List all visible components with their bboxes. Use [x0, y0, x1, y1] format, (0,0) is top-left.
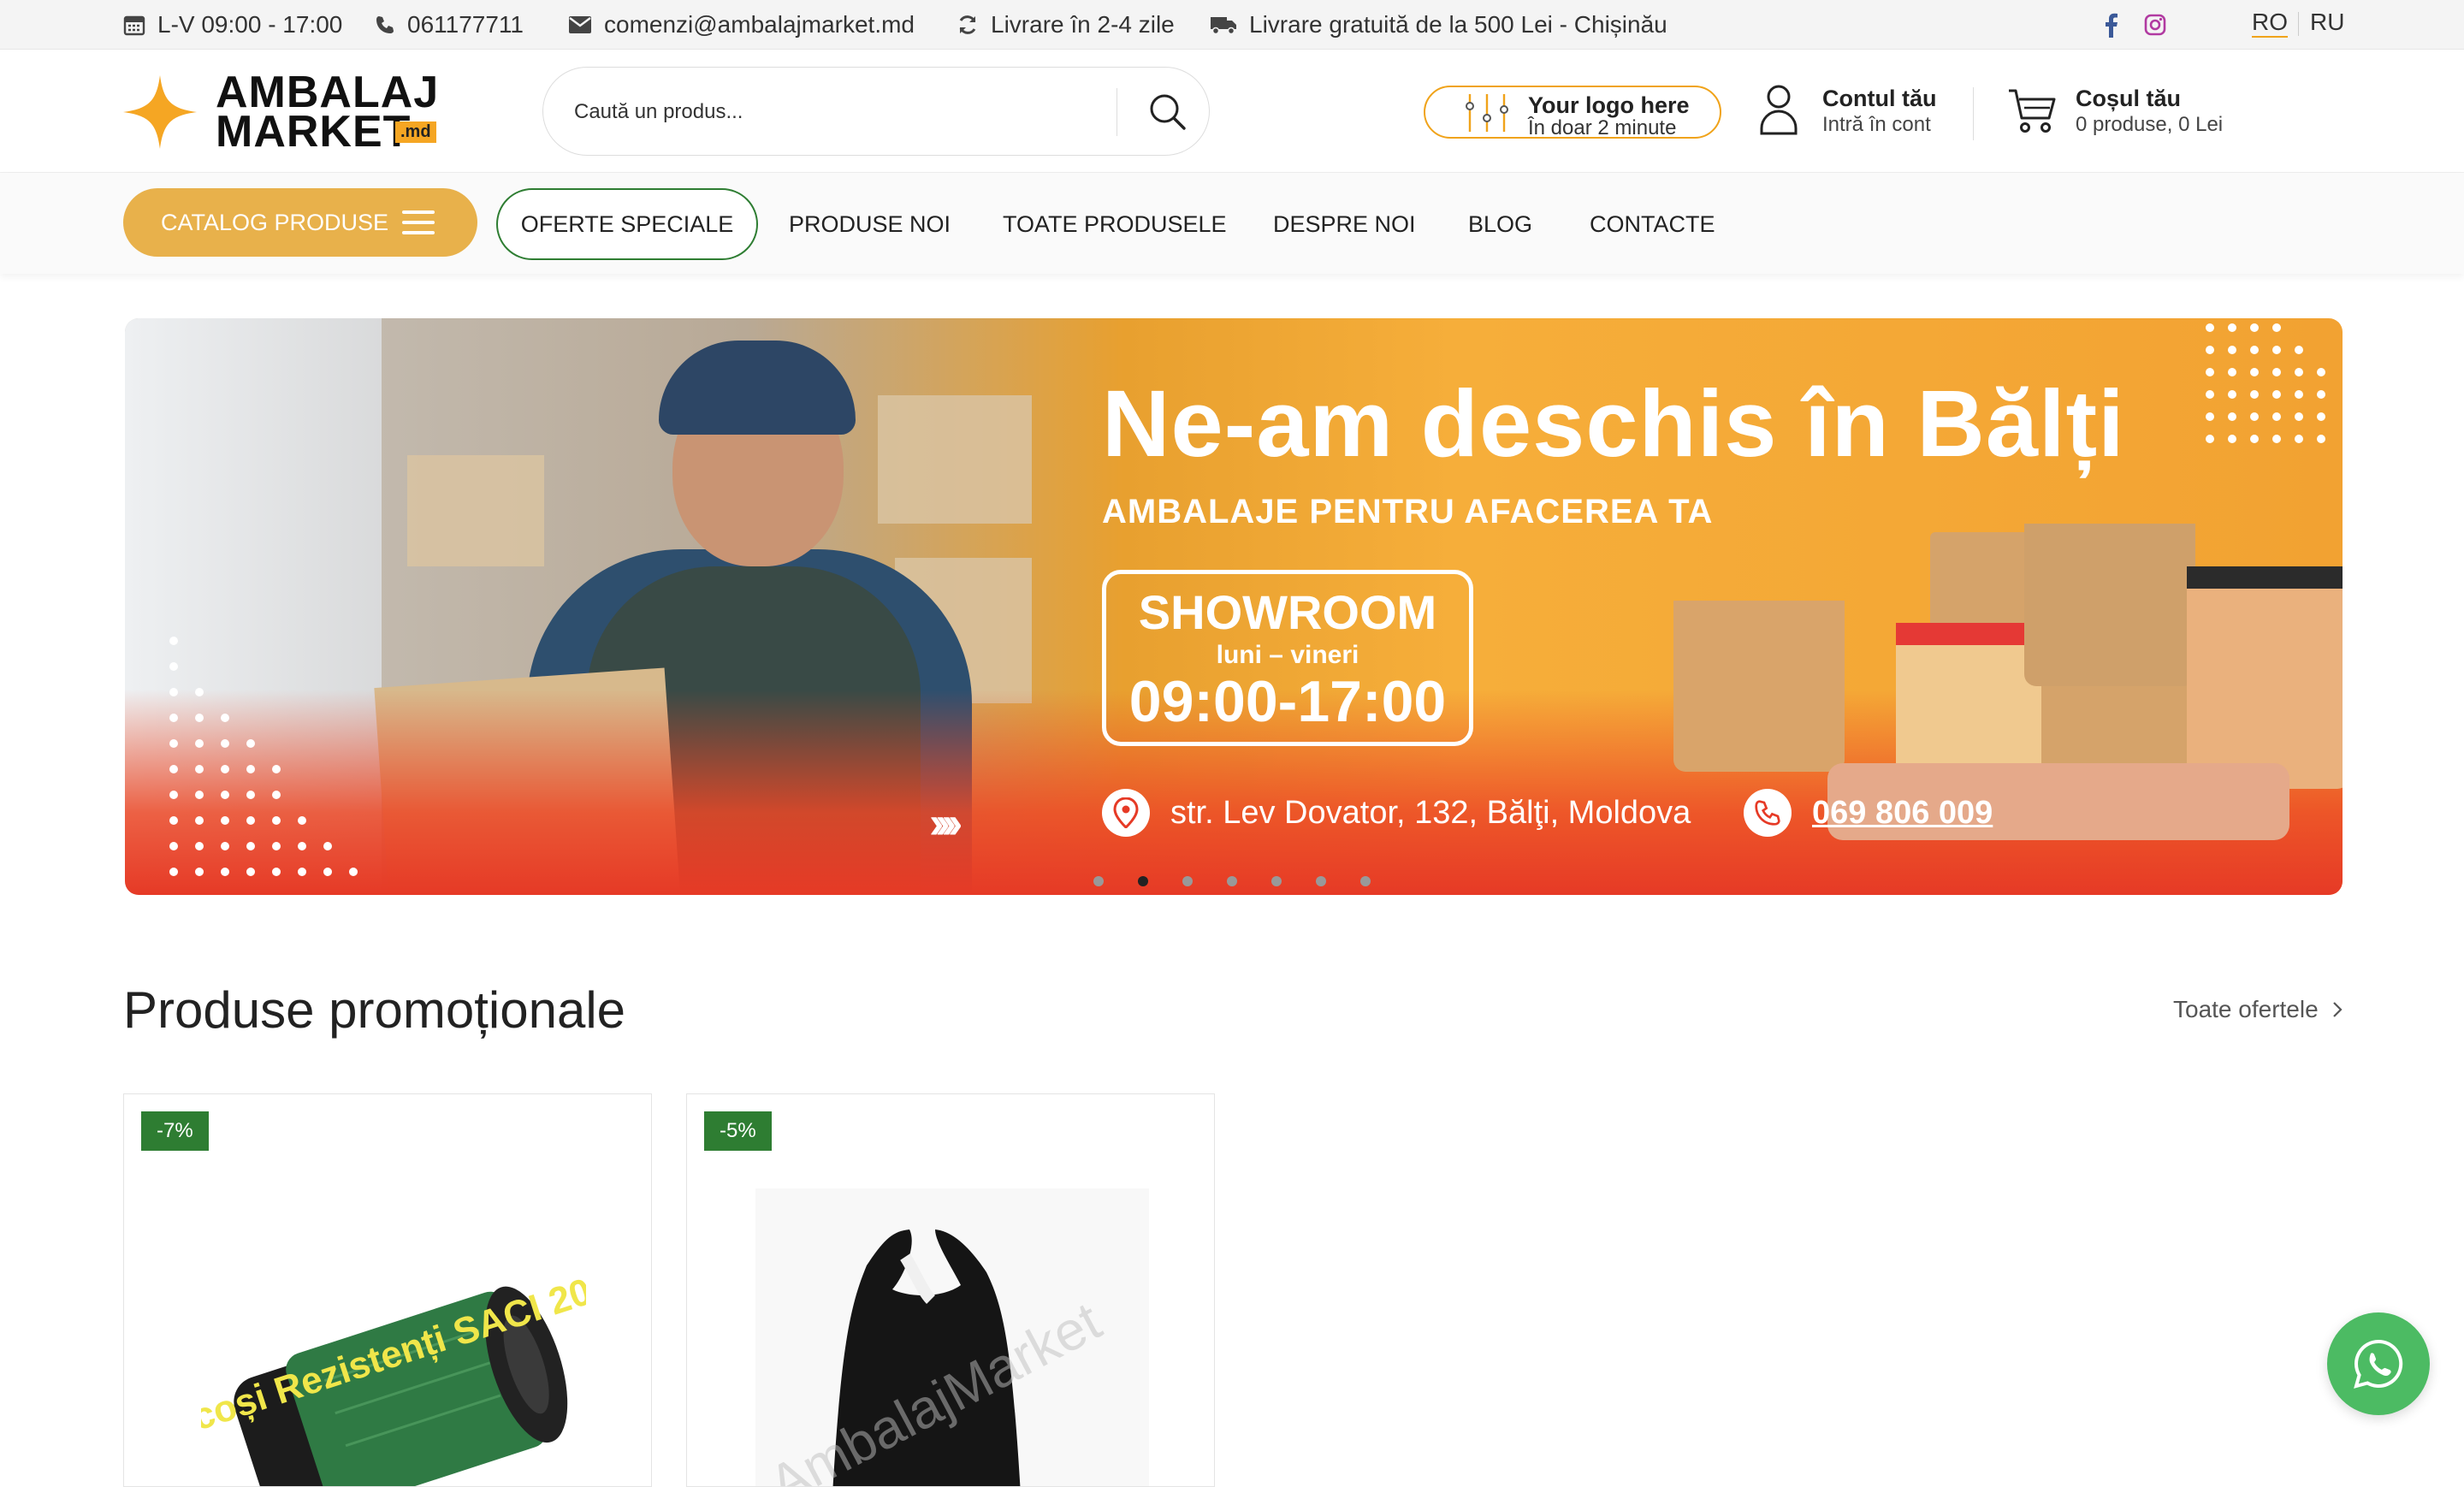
logo-promo-subtitle: În doar 2 minute — [1528, 116, 1677, 139]
account-title: Contul tău — [1822, 86, 1937, 111]
phone-contact[interactable]: 061177711 — [375, 0, 524, 50]
product-image-text: ecoși Rezistenți SACI 20 — [201, 1271, 586, 1446]
banner-title: Ne-am deschis în Bălți — [1102, 371, 2125, 477]
delivery-time: Livrare în 2-4 zile — [957, 0, 1175, 50]
whatsapp-button[interactable] — [2327, 1312, 2430, 1415]
promo-section-title: Produse promoționale — [123, 981, 626, 1039]
background-box — [878, 395, 1032, 524]
phone-icon — [376, 16, 394, 33]
showroom-hours: 09:00-17:00 — [1128, 669, 1447, 734]
food-box — [2024, 524, 2195, 686]
all-offers-link[interactable]: Toate ofertele — [2173, 996, 2343, 1023]
language-ro[interactable]: RO — [2252, 9, 2288, 38]
showroom-days: luni – vineri — [1216, 641, 1359, 669]
special-offers-button[interactable]: OFERTE SPECIALE — [496, 188, 758, 260]
showroom-box: SHOWROOM luni – vineri 09:00-17:00 — [1102, 570, 1473, 746]
nav-all-products[interactable]: TOATE PRODUSELE — [1003, 188, 1227, 260]
slider-dot[interactable] — [1093, 876, 1104, 886]
cart-icon — [2009, 89, 2056, 133]
hero-banner[interactable]: Ne-am deschis în Bălți AMBALAJE PENTRU A… — [125, 318, 2343, 895]
search-button[interactable] — [1139, 83, 1197, 141]
menu-icon — [402, 210, 435, 234]
phone-call-icon — [1744, 789, 1792, 837]
cart-subtitle: 0 produse, 0 Lei — [2076, 113, 2224, 136]
watermark-text: AmbalajMarket — [759, 1289, 1111, 1487]
header-divider — [1973, 87, 1974, 140]
slider-dot[interactable] — [1271, 876, 1282, 886]
arrows-decoration: ›››› — [929, 798, 962, 848]
delivery-time-text: Livrare în 2-4 zile — [991, 11, 1175, 38]
paper-cup — [1673, 601, 1845, 772]
site-logo[interactable]: AMBALAJ MARKET .md — [123, 70, 440, 157]
nav-about[interactable]: DESPRE NOI — [1273, 188, 1416, 260]
whatsapp-icon — [2354, 1339, 2403, 1389]
location-pin-icon — [1102, 789, 1150, 837]
sliders-icon — [1466, 94, 1508, 132]
slider-dot[interactable] — [1360, 876, 1371, 886]
star-logo-icon — [123, 75, 197, 149]
background-box — [407, 455, 544, 566]
courier-cap — [659, 341, 856, 435]
logo-line2: MARKET — [216, 107, 412, 157]
showroom-label: SHOWROOM — [1138, 585, 1437, 639]
instagram-icon — [2144, 14, 2166, 36]
nav-blog[interactable]: BLOG — [1468, 188, 1532, 260]
product-card[interactable]: -5% AmbalajMarket — [686, 1093, 1215, 1487]
logo-suffix: .md — [395, 121, 436, 143]
slider-dot[interactable] — [1316, 876, 1326, 886]
banner-address: str. Lev Dovator, 132, Bălţi, Moldova — [1102, 787, 1691, 838]
language-ru[interactable]: RU — [2310, 9, 2344, 36]
working-hours: L-V 09:00 - 17:00 — [123, 0, 342, 50]
facebook-icon — [2106, 13, 2118, 38]
black-lid-cup — [2187, 566, 2343, 789]
email-contact[interactable]: comenzi@ambalajmarket.md — [568, 0, 915, 50]
banner-address-text: str. Lev Dovator, 132, Bălţi, Moldova — [1170, 794, 1691, 831]
truck-icon — [1211, 17, 1236, 35]
instagram-link[interactable] — [2144, 10, 2166, 39]
envelope-icon — [569, 16, 591, 33]
slider-dot[interactable] — [1138, 876, 1148, 886]
calendar-icon — [123, 15, 145, 36]
banner-subtitle: AMBALAJE PENTRU AFACEREA TA — [1102, 493, 1714, 530]
product-card[interactable]: -7% ecoși Rezistenți SACI 20 — [123, 1093, 652, 1487]
facebook-link[interactable] — [2103, 10, 2118, 39]
package-text: ecoși Rezistenți SACI 20 — [201, 1271, 586, 1446]
logo-promo-title: Your logo here — [1528, 92, 1690, 118]
catalog-label: CATALOG PRODUSE — [161, 209, 389, 235]
packaging-products-image — [1673, 472, 2343, 840]
working-hours-text: L-V 09:00 - 17:00 — [157, 11, 343, 38]
all-offers-label: Toate ofertele — [2173, 996, 2319, 1022]
language-divider — [2298, 12, 2299, 36]
discount-badge: -7% — [141, 1111, 209, 1151]
site-header: AMBALAJ MARKET .md Your logo here În doa… — [0, 50, 2464, 173]
slider-dot[interactable] — [1227, 876, 1237, 886]
cart-title: Coșul tău — [2076, 86, 2182, 111]
search-bar — [542, 67, 1210, 156]
free-delivery: Livrare gratuită de la 500 Lei - Chișină… — [1210, 0, 1667, 50]
nav-contacts[interactable]: CONTACTE — [1590, 188, 1715, 260]
nav-new-products[interactable]: PRODUSE NOI — [789, 188, 951, 260]
chevron-right-icon — [2332, 1002, 2343, 1017]
banner-phone[interactable]: 069 806 009 — [1744, 787, 1993, 838]
refresh-icon — [959, 15, 976, 34]
logo-builder-promo[interactable]: Your logo here În doar 2 minute — [1424, 86, 1721, 139]
main-nav: CATALOG PRODUSE OFERTE SPECIALE PRODUSE … — [0, 173, 2464, 274]
search-icon — [1150, 94, 1186, 130]
email-text[interactable]: comenzi@ambalajmarket.md — [604, 11, 915, 39]
free-delivery-text: Livrare gratuită de la 500 Lei - Chișină… — [1249, 11, 1667, 38]
watermark: AmbalajMarket — [759, 1289, 1111, 1487]
catalog-button[interactable]: CATALOG PRODUSE — [123, 188, 477, 257]
special-offers-label: OFERTE SPECIALE — [520, 210, 734, 237]
phone-text[interactable]: 061177711 — [407, 11, 524, 39]
account-subtitle: Intră în cont — [1822, 113, 1931, 136]
discount-badge: -5% — [704, 1111, 772, 1151]
banner-phone-text[interactable]: 069 806 009 — [1812, 795, 1993, 832]
top-bar: L-V 09:00 - 17:00 061177711 comenzi@amba… — [0, 0, 2464, 50]
slider-dot[interactable] — [1182, 876, 1193, 886]
user-icon — [1760, 85, 1798, 135]
search-input[interactable] — [574, 93, 1087, 131]
search-divider — [1116, 88, 1117, 136]
